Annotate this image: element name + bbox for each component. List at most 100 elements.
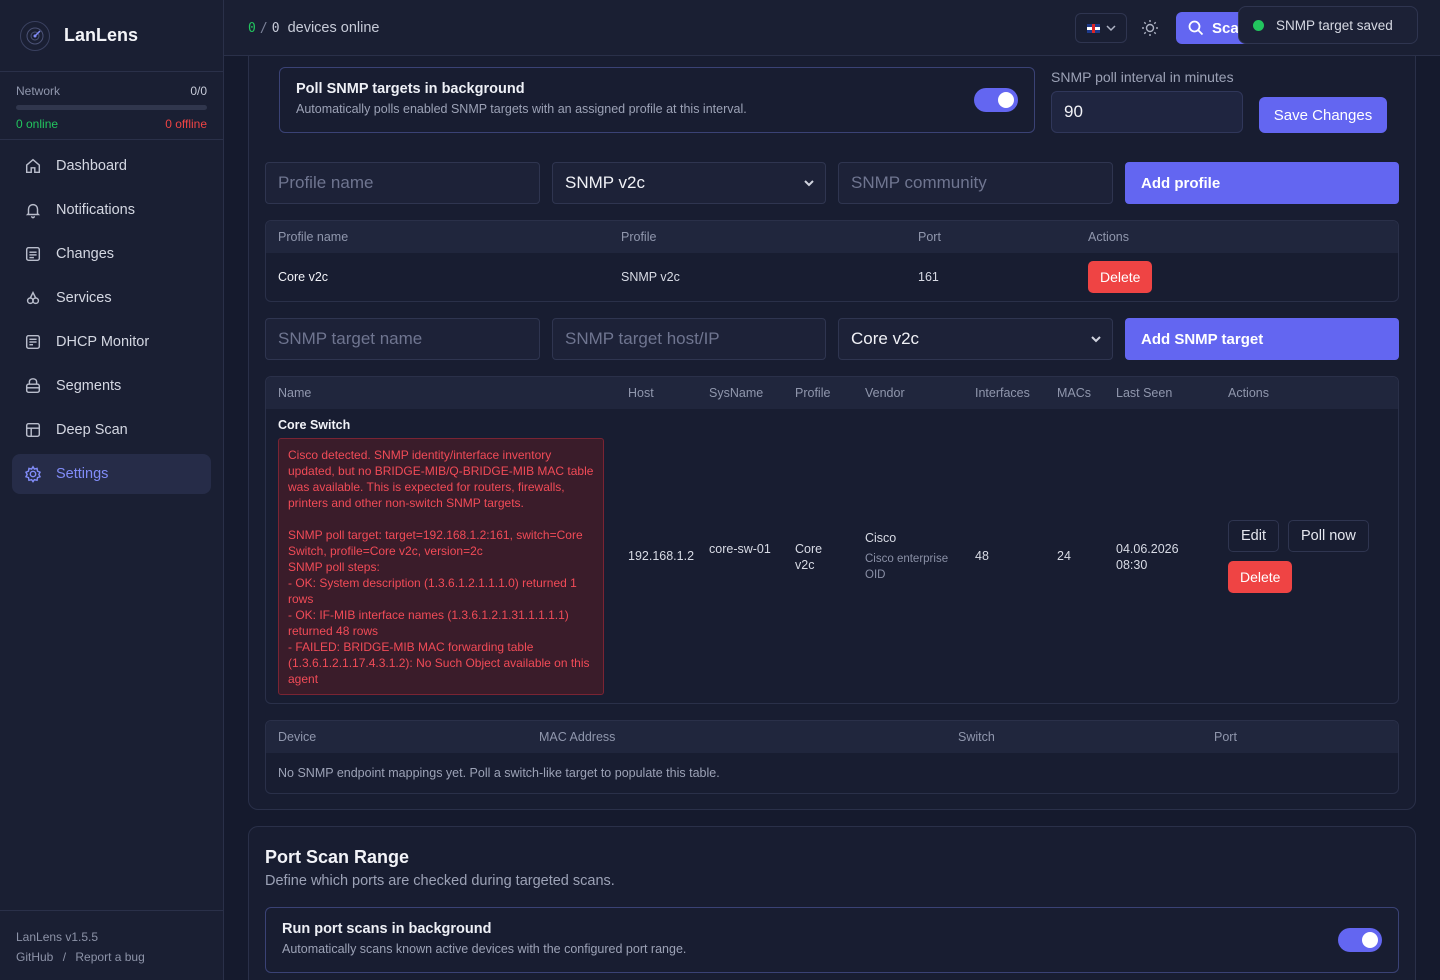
snmp-target-name-input[interactable] [265,318,540,360]
gear-icon [24,465,42,483]
sidebar: LanLens Network 0/0 0 online 0 offline D… [0,0,224,980]
column-header: Device [278,730,317,744]
column-header: Actions [1228,386,1269,400]
delete-profile-button[interactable]: Delete [1088,261,1153,293]
nav-label: Changes [56,246,115,262]
total-devices-count: 0 [271,20,280,36]
nav-label: Segments [56,378,122,394]
nav-item-deep-scan[interactable]: Deep Scan [12,410,211,450]
port-scan-toggle[interactable] [1338,928,1382,952]
column-header: MACs [1057,386,1092,400]
error-line: - OK: IF-MIB interface names (1.3.6.1.2.… [288,608,573,638]
snmp-target-host-input[interactable] [552,318,826,360]
snmp-interval-input[interactable] [1051,91,1243,133]
column-header: Actions [1088,230,1129,244]
nav-label: DHCP Monitor [56,334,150,350]
column-header: Profile name [278,230,349,244]
toast-message: SNMP target saved [1276,17,1393,33]
network-progress-bar [16,105,207,110]
home-icon [25,158,41,174]
column-header: Profile [621,230,657,244]
bell-icon [25,203,41,219]
column-header: Interfaces [975,386,1030,400]
section-description: Define which ports are checked during ta… [265,873,615,889]
nav-item-segments[interactable]: Segments [12,366,211,406]
search-icon [1188,20,1204,36]
offline-count: 0 offline [165,117,207,131]
github-link[interactable]: GitHub [16,950,53,964]
table-empty-row: No SNMP endpoint mappings yet. Poll a sw… [266,753,1398,793]
network-summary: Network 0/0 0 online 0 offline [0,72,223,140]
column-header: MAC Address [539,730,616,744]
nav-label: Notifications [56,202,135,218]
column-header: Switch [958,730,995,744]
brand[interactable]: LanLens [0,0,223,72]
save-changes-button[interactable]: Save Changes [1259,97,1387,133]
nav-item-notifications[interactable]: Notifications [12,190,211,230]
profile-name-cell: Core v2c [278,270,329,284]
column-header: Port [918,230,941,244]
app-version: LanLens v1.5.5 [16,930,99,944]
online-devices-count: 0 [248,20,256,36]
profile-version-cell: SNMP v2c [621,270,680,284]
language-selector[interactable] [1075,13,1127,43]
nav-label: Dashboard [56,158,127,174]
devices-online-status: 0 / 0 devices online [248,20,379,36]
table-row: Core v2c SNMP v2c 161 Delete [266,253,1398,301]
snmp-version-select[interactable]: SNMP v2c [552,162,826,204]
profile-name-input[interactable] [265,162,540,204]
target-profile-cell: Core v2c [795,542,823,572]
nav-item-changes[interactable]: Changes [12,234,211,274]
snmp-poll-title: Poll SNMP targets in background [296,81,525,97]
chevron-down-icon [1091,336,1101,343]
error-line: SNMP poll steps: [288,560,380,574]
target-vendor-detail: Cisco enterprise OID [865,553,949,581]
column-header: Port [1214,730,1237,744]
grid-icon [25,422,41,438]
delete-target-button[interactable]: Delete [1228,561,1293,593]
snmp-poll-toggle[interactable] [974,88,1018,112]
target-last-seen-cell: 04.06.2026 08:30 [1116,542,1179,572]
edit-target-button[interactable]: Edit [1228,520,1279,552]
report-bug-link[interactable]: Report a bug [75,950,144,964]
nav-item-dashboard[interactable]: Dashboard [12,146,211,186]
nav-item-dhcp-monitor[interactable]: DHCP Monitor [12,322,211,362]
uk-flag-icon [1086,23,1100,33]
target-interfaces-cell: 48 [975,549,989,563]
table-header: Device MAC Address Switch Port [266,721,1398,753]
target-sysname-cell: core-sw-01 [709,542,771,556]
snmp-error-message: Cisco detected. SNMP identity/interface … [278,438,604,695]
snmp-mappings-table: Device MAC Address Switch Port No SNMP e… [265,720,1399,794]
sun-theme-icon[interactable] [1140,18,1160,38]
chevron-down-icon [804,180,814,187]
add-profile-button[interactable]: Add profile [1125,162,1399,204]
footer-separator: / [62,950,67,964]
column-header: Host [628,386,654,400]
port-scan-run-description: Automatically scans known active devices… [282,942,687,956]
snmp-community-input[interactable] [838,162,1113,204]
target-macs-cell: 24 [1057,549,1071,563]
toast-notification[interactable]: SNMP target saved [1238,6,1418,44]
column-header: Last Seen [1116,386,1173,400]
table-row: Core Switch Cisco detected. SNMP identit… [266,409,1398,703]
poll-now-button[interactable]: Poll now [1288,520,1369,552]
document-icon [25,246,41,262]
success-dot-icon [1253,19,1264,31]
section-title: Port Scan Range [265,847,410,867]
snmp-profiles-table: Profile name Profile Port Actions Core v… [265,220,1399,302]
nav-label: Settings [56,466,109,482]
target-vendor-cell: Cisco [865,531,897,545]
app-name: LanLens [64,25,139,45]
snmp-poll-setting: Poll SNMP targets in background Automati… [279,67,1035,133]
table-header: Name Host SysName Profile Vendor Interfa… [266,377,1398,409]
nav-item-services[interactable]: Services [12,278,211,318]
chevron-down-icon [1105,25,1116,32]
add-snmp-target-button[interactable]: Add SNMP target [1125,318,1399,360]
column-header: SysName [709,386,764,400]
snmp-target-profile-select[interactable]: Core v2c [838,318,1113,360]
nav-label: Deep Scan [56,422,128,438]
empty-state-message: No SNMP endpoint mappings yet. Poll a sw… [278,766,720,780]
port-scan-background-setting: Run port scans in background Automatical… [265,907,1399,973]
nav-item-settings[interactable]: Settings [12,454,211,494]
column-header: Name [278,386,312,400]
